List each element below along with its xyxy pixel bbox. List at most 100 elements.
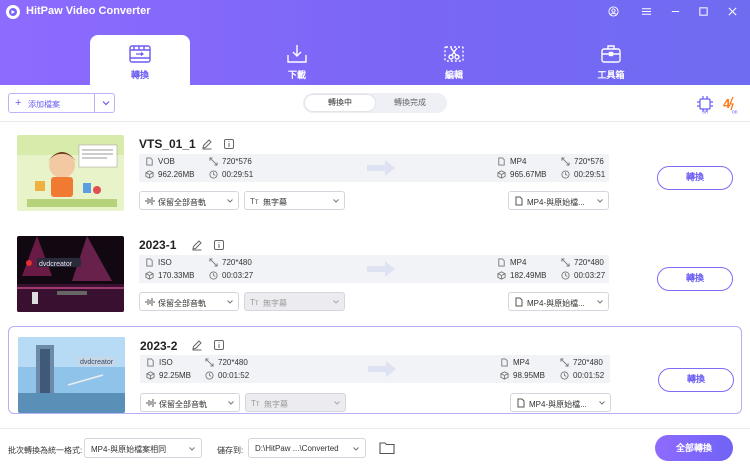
tab-convert[interactable]: 轉換	[90, 35, 190, 85]
video-thumbnail[interactable]: dvdcreator	[18, 337, 125, 413]
target-format: MP4	[497, 258, 526, 267]
tab-edit[interactable]: 編輯	[404, 35, 504, 85]
target-format: MP4	[497, 157, 526, 166]
folder-icon[interactable]	[379, 441, 395, 455]
file-icon	[515, 297, 523, 307]
convert-button[interactable]: 轉換	[657, 267, 733, 291]
audio-track-select[interactable]: 保留全部音軌	[140, 393, 240, 412]
tab-converted[interactable]: 轉換完成	[375, 95, 445, 111]
box-icon	[146, 371, 155, 380]
svg-text:on: on	[702, 110, 708, 115]
tab-download[interactable]: 下載	[247, 35, 347, 85]
source-resolution: 720*480	[209, 258, 252, 267]
target-resolution: 720*480	[560, 358, 603, 367]
close-icon[interactable]	[723, 3, 741, 19]
source-size: 92.25MB	[146, 371, 191, 380]
file-card: dvdcreator 2023-2 ISO 720*480 92.25MB 00…	[8, 326, 742, 414]
file-info-panel: ISO 720*480 92.25MB 00:01:52 MP4 720*480…	[140, 355, 610, 383]
clock-icon	[561, 170, 570, 179]
save-path-select[interactable]: D:\HitPaw ...\Converted	[248, 438, 366, 458]
info-icon[interactable]	[213, 239, 225, 251]
resize-icon	[561, 258, 570, 267]
turbo-speed-icon[interactable]: 4 on	[721, 94, 741, 114]
app-logo	[6, 5, 20, 19]
convert-button[interactable]: 轉換	[658, 368, 734, 392]
source-resolution: 720*576	[209, 157, 252, 166]
scissors-icon	[444, 46, 464, 62]
svg-text:on: on	[732, 110, 738, 115]
source-size: 962.26MB	[145, 170, 194, 179]
subtitle-select[interactable]: Tт 無字幕	[244, 191, 345, 210]
batch-format-select[interactable]: MP4-與原始檔案相同	[84, 438, 202, 458]
chevron-down-icon	[334, 401, 340, 405]
toolbox-icon	[601, 45, 621, 63]
file-card: dvdcreator 2023-1 ISO 720*480 170.33MB 0…	[8, 226, 742, 314]
clock-icon	[209, 271, 218, 280]
audio-track-select[interactable]: 保留全部音軌	[139, 292, 239, 311]
account-icon[interactable]	[604, 3, 622, 19]
download-icon	[287, 45, 307, 63]
subtitle-select: Tт 無字幕	[245, 393, 346, 412]
tab-label: 下載	[287, 70, 306, 80]
source-duration: 00:01:52	[205, 371, 249, 380]
resize-icon	[560, 358, 569, 367]
source-size: 170.33MB	[145, 271, 194, 280]
svg-text:dvdcreator: dvdcreator	[80, 359, 114, 366]
box-icon	[497, 271, 506, 280]
file-info-panel: VOB 720*576 962.26MB 00:29:51 MP4 720*57…	[139, 154, 609, 182]
minimize-icon[interactable]	[666, 3, 684, 19]
clock-icon	[560, 371, 569, 380]
text-icon: Tт	[250, 298, 259, 307]
output-format-select[interactable]: MP4-與原始檔...	[508, 292, 609, 311]
chevron-down-icon	[228, 401, 234, 405]
resize-icon	[209, 157, 218, 166]
chevron-down-icon	[597, 300, 603, 304]
tab-converting[interactable]: 轉換中	[305, 95, 375, 111]
footer-bar: 批次轉換為統一格式: MP4-與原始檔案相同 儲存到: D:\HitPaw ..…	[0, 428, 750, 467]
add-files-button[interactable]: + 添加檔案	[8, 93, 115, 113]
arrow-right-icon	[368, 361, 396, 377]
chevron-down-icon	[353, 447, 359, 451]
add-files-label: 添加檔案	[28, 100, 60, 109]
box-icon	[145, 271, 154, 280]
app-title: HitPaw Video Converter	[26, 5, 151, 17]
tab-label: 編輯	[444, 70, 463, 80]
clock-icon	[209, 170, 218, 179]
output-format-select[interactable]: MP4-與原始檔...	[508, 191, 609, 210]
target-size: 182.49MB	[497, 271, 546, 280]
tab-label: 工具箱	[597, 70, 625, 80]
save-to-label: 儲存到:	[217, 446, 244, 455]
target-duration: 00:29:51	[561, 170, 605, 179]
chevron-down-icon	[597, 199, 603, 203]
rename-icon[interactable]	[201, 138, 213, 150]
tab-toolbox[interactable]: 工具箱	[561, 35, 661, 85]
file-name: 2023-2	[140, 339, 178, 353]
arrow-right-icon	[367, 160, 395, 176]
info-icon[interactable]	[223, 138, 235, 150]
file-name: VTS_01_1	[139, 137, 196, 151]
video-thumbnail[interactable]: dvdcreator	[17, 236, 124, 312]
menu-icon[interactable]	[637, 3, 655, 19]
convert-button[interactable]: 轉換	[657, 166, 733, 190]
tab-label: 轉換	[130, 70, 149, 80]
chevron-down-icon	[333, 199, 339, 203]
batch-format-label: 批次轉換為統一格式:	[8, 446, 83, 455]
maximize-icon[interactable]	[694, 3, 712, 19]
source-duration: 00:03:27	[209, 271, 253, 280]
video-thumbnail[interactable]	[17, 135, 124, 211]
hardware-acceleration-icon[interactable]: on	[695, 94, 715, 114]
output-format-select[interactable]: MP4-與原始檔...	[510, 393, 611, 412]
info-icon[interactable]	[213, 339, 225, 351]
audio-track-select[interactable]: 保留全部音軌	[139, 191, 239, 210]
chevron-down-icon	[189, 447, 195, 451]
rename-icon[interactable]	[191, 239, 203, 251]
chevron-down-icon[interactable]	[100, 97, 112, 109]
rename-icon[interactable]	[191, 339, 203, 351]
chevron-down-icon	[333, 300, 339, 304]
clock-icon	[205, 371, 214, 380]
file-icon	[517, 398, 525, 408]
audio-wave-icon	[145, 197, 155, 205]
convert-all-button[interactable]: 全部轉換	[655, 435, 733, 461]
plus-icon: +	[15, 97, 22, 109]
film-convert-icon	[129, 45, 151, 63]
